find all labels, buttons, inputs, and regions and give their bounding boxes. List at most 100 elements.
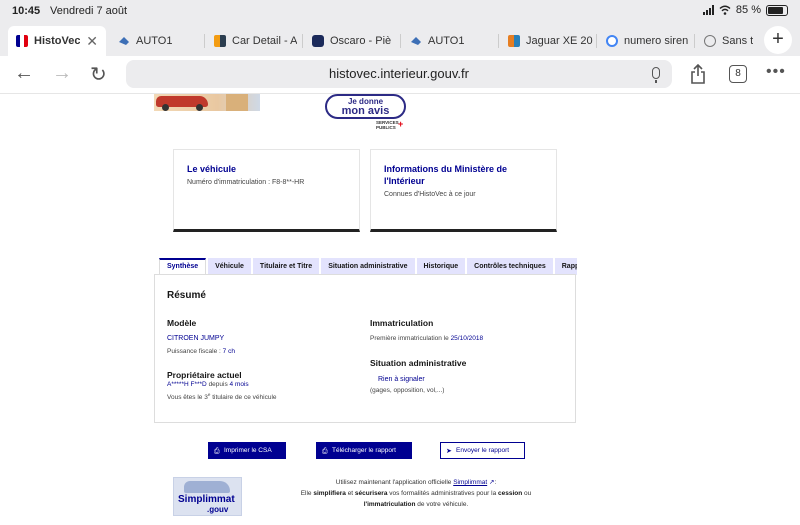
globe-icon bbox=[704, 35, 716, 47]
simplimmat-text: ou bbox=[524, 490, 532, 497]
status-time: 10:45 bbox=[12, 5, 41, 17]
auto1-icon bbox=[119, 37, 129, 45]
new-tab-button[interactable]: + bbox=[764, 26, 792, 54]
browser-tab-jaguar[interactable]: Jaguar XE 20 bbox=[500, 28, 594, 54]
simplimmat-colon: : bbox=[494, 479, 497, 486]
download-icon: ⎙ bbox=[322, 448, 328, 455]
status-indicators: 85 % bbox=[702, 4, 788, 16]
simplimmat-line3: l'immatriculation de votre véhicule. bbox=[268, 499, 564, 510]
simplimmat-logo[interactable]: Simplimmat .gouv bbox=[173, 477, 242, 516]
tab-label: Sans t bbox=[722, 35, 754, 47]
tab-situation-administrative[interactable]: Situation administrative bbox=[321, 258, 415, 275]
je-donne-mon-avis-button[interactable]: Je donne mon avis bbox=[325, 94, 406, 119]
admin-situation-note: (gages, opposition, vol,...) bbox=[370, 387, 445, 394]
french-flag-icon bbox=[16, 35, 28, 47]
status-date: Vendredi 7 août bbox=[50, 5, 128, 17]
model-label: Modèle bbox=[167, 318, 197, 328]
browser-tab-oscaro[interactable]: Oscaro - Piè bbox=[304, 28, 398, 54]
print-csa-label: Imprimer le CSA bbox=[224, 447, 272, 454]
close-tab-icon[interactable]: ✕ bbox=[86, 33, 98, 50]
tab-separator bbox=[400, 34, 401, 48]
download-report-button[interactable]: ⎙ Télécharger le rapport bbox=[316, 442, 412, 459]
simplimmat-bold: cession bbox=[498, 490, 523, 497]
services-publics-logo: SERVICES PUBLICS bbox=[376, 120, 399, 130]
ministry-card: Informations du Ministère de l'Intérieur… bbox=[370, 149, 557, 232]
owner-name: A*****H F***D bbox=[167, 381, 207, 388]
address-bar[interactable]: histovec.interieur.gouv.fr bbox=[126, 60, 672, 88]
first-registration: Première immatriculation le 25/10/2018 bbox=[370, 335, 483, 342]
battery-percent: 85 % bbox=[735, 4, 761, 16]
browser-tab-auto1[interactable]: AUTO1 bbox=[110, 28, 200, 54]
box-illustration bbox=[226, 94, 248, 111]
admin-situation-value: Rien à signaler bbox=[378, 376, 425, 383]
simplimmat-text: et bbox=[347, 490, 354, 497]
tab-controles-techniques[interactable]: Contrôles techniques bbox=[467, 258, 553, 275]
tab-label: Oscaro - Piè bbox=[330, 35, 392, 47]
wheel-icon bbox=[162, 104, 169, 111]
status-bar: 10:45 Vendredi 7 août 85 % bbox=[0, 0, 800, 24]
vehicle-card: Le véhicule Numéro d'immatriculation : F… bbox=[173, 149, 360, 232]
browser-tab-strip: HistoVec ✕ AUTO1 Car Detail - A Oscaro -… bbox=[0, 24, 800, 56]
send-report-button[interactable]: ➤ Envoyer le rapport bbox=[440, 442, 525, 459]
browser-tab-auto1[interactable]: AUTO1 bbox=[402, 28, 496, 54]
simplimmat-text: de votre véhicule. bbox=[417, 501, 469, 508]
back-arrow-icon[interactable]: ← bbox=[14, 62, 34, 85]
tab-titulaire-et-titre[interactable]: Titulaire et Titre bbox=[252, 258, 320, 275]
tab-separator bbox=[302, 34, 303, 48]
browser-tab-google-search[interactable]: numero siren bbox=[598, 28, 692, 54]
model-value: CITROEN JUMPY bbox=[167, 335, 225, 342]
banner-image bbox=[154, 94, 260, 111]
simplimmat-bold: sécurisera bbox=[354, 490, 388, 497]
microphone-icon[interactable] bbox=[652, 67, 660, 83]
tab-historique[interactable]: Historique bbox=[416, 258, 466, 275]
tab-separator bbox=[694, 34, 695, 48]
send-report-label: Envoyer le rapport bbox=[456, 447, 510, 454]
simplimmat-link[interactable]: Simplimmat bbox=[453, 479, 487, 486]
tab-label: Car Detail - A bbox=[232, 35, 298, 47]
browser-tab-car-detail[interactable]: Car Detail - A bbox=[206, 28, 300, 54]
registration-label: Immatriculation bbox=[370, 318, 434, 328]
vehicle-card-title: Le véhicule bbox=[187, 164, 237, 174]
simplimmat-bold: simplifiera bbox=[313, 490, 346, 497]
car-detail-icon bbox=[214, 35, 226, 47]
summary-title: Résumé bbox=[167, 290, 206, 301]
owner-label: Propriétaire actuel bbox=[167, 370, 242, 380]
browser-tab-untitled[interactable]: Sans t bbox=[696, 28, 758, 54]
simplimmat-text: Elle bbox=[300, 490, 312, 497]
tab-rapport[interactable]: Rapport bbox=[554, 258, 577, 275]
tab-label: HistoVec bbox=[34, 35, 81, 47]
fiscal-power-label: Puissance fiscale : bbox=[167, 348, 221, 355]
tab-separator bbox=[498, 34, 499, 48]
cellular-signal-icon bbox=[702, 5, 714, 15]
simplimmat-line2: Elle simplifiera et sécurisera vos forma… bbox=[268, 488, 564, 499]
oscaro-icon bbox=[312, 35, 324, 47]
tab-synthese[interactable]: Synthèse bbox=[159, 258, 207, 275]
owner-info: A*****H F***D depuis 4 mois bbox=[167, 381, 249, 388]
fiscal-power: Puissance fiscale : 7 ch bbox=[167, 348, 235, 355]
holder-suffix: titulaire de ce véhicule bbox=[212, 394, 277, 402]
tab-vehicule[interactable]: Véhicule bbox=[208, 258, 251, 275]
simplimmat-logo-name: Simplimmat bbox=[178, 494, 235, 505]
tab-label: Jaguar XE 20 bbox=[526, 35, 593, 47]
reload-icon[interactable]: ↻ bbox=[90, 62, 107, 87]
holder-prefix: Vous êtes le bbox=[167, 394, 203, 402]
owner-since-label: depuis bbox=[208, 381, 228, 388]
download-report-label: Télécharger le rapport bbox=[332, 447, 396, 454]
url-text: histovec.interieur.gouv.fr bbox=[329, 66, 469, 81]
tab-label: AUTO1 bbox=[136, 35, 173, 47]
printer-icon: ⎙ bbox=[214, 448, 220, 455]
tab-overview-button[interactable]: 8 bbox=[729, 65, 747, 83]
share-icon[interactable] bbox=[690, 64, 706, 84]
browser-toolbar: ← → ↻ histovec.interieur.gouv.fr 8 ••• bbox=[0, 56, 800, 94]
fiscal-power-value: 7 ch bbox=[222, 348, 235, 355]
forward-arrow-icon[interactable]: → bbox=[52, 62, 72, 85]
simplimmat-bold: l'immatriculation bbox=[363, 501, 416, 508]
browser-tab-histovec[interactable]: HistoVec ✕ bbox=[8, 26, 106, 56]
simplimmat-logo-domain: .gouv bbox=[207, 505, 229, 514]
more-options-icon[interactable]: ••• bbox=[766, 63, 786, 81]
print-csa-button[interactable]: ⎙ Imprimer le CSA bbox=[208, 442, 286, 459]
google-icon bbox=[606, 35, 618, 47]
holder-rank: Vous êtes le 3e titulaire de ce véhicule bbox=[167, 392, 277, 401]
first-registration-label: Première immatriculation le bbox=[370, 335, 449, 342]
tab-separator bbox=[596, 34, 597, 48]
